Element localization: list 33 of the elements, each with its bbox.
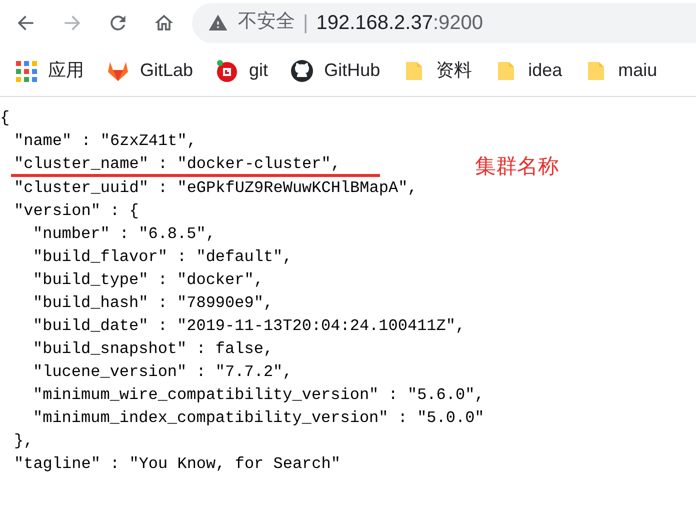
apps-grid-icon xyxy=(14,58,38,82)
json-line: "build_flavor" : "default", xyxy=(33,247,292,268)
bookmark-item[interactable]: GitHub xyxy=(282,57,388,84)
bookmark-item[interactable]: idea xyxy=(486,57,570,84)
json-line: "build_type" : "docker", xyxy=(33,270,264,291)
json-line: "build_snapshot" : false, xyxy=(33,339,274,360)
json-line: }, xyxy=(14,431,34,452)
security-label: 不安全 xyxy=(238,10,295,34)
json-line: "build_hash" : "78990e9", xyxy=(33,293,274,314)
cat-logo-icon xyxy=(290,58,314,82)
json-line: "minimum_wire_compatibility_version" : "5.6.0", xyxy=(33,385,484,406)
url-port: :9200 xyxy=(432,10,484,36)
json-line: "minimum_index_compatibility_version" : "5.0.0" xyxy=(33,408,484,429)
bookmark-item[interactable]: GitLab xyxy=(98,57,202,84)
bookmark-item[interactable]: maiu xyxy=(576,57,666,84)
separator: | xyxy=(303,10,308,36)
json-line: { xyxy=(0,108,10,129)
json-line: "cluster_name" : "docker-cluster", xyxy=(11,154,380,177)
bookmark-item[interactable]: 资料 xyxy=(394,57,480,84)
json-line: "cluster_uuid" : "eGPkfUZ9ReWuwKCHlBMapA", xyxy=(14,178,418,199)
address-bar[interactable]: 不安全 | 192.168.2.37:9200 xyxy=(192,2,696,42)
warning-icon xyxy=(208,12,228,32)
circle-logo-icon xyxy=(215,58,240,82)
json-line: "number" : "6.8.5", xyxy=(33,224,216,245)
annotation-label: 集群名称 xyxy=(475,155,559,178)
bookmark-item[interactable]: git xyxy=(207,57,276,84)
json-line: "name" : "6zxZ41t", xyxy=(14,131,196,152)
json-line: "lucene_version" : "7.7.2", xyxy=(33,362,292,383)
url-host: 192.168.2.37 xyxy=(316,10,433,36)
json-line: "tagline" : "You Know, for Search" xyxy=(14,454,340,475)
json-line: "version" : { xyxy=(14,201,139,222)
bookmark-item[interactable]: 应用 xyxy=(6,57,92,84)
json-line: "build_date" : "2019-11-13T20:04:24.100411Z", xyxy=(33,316,466,337)
